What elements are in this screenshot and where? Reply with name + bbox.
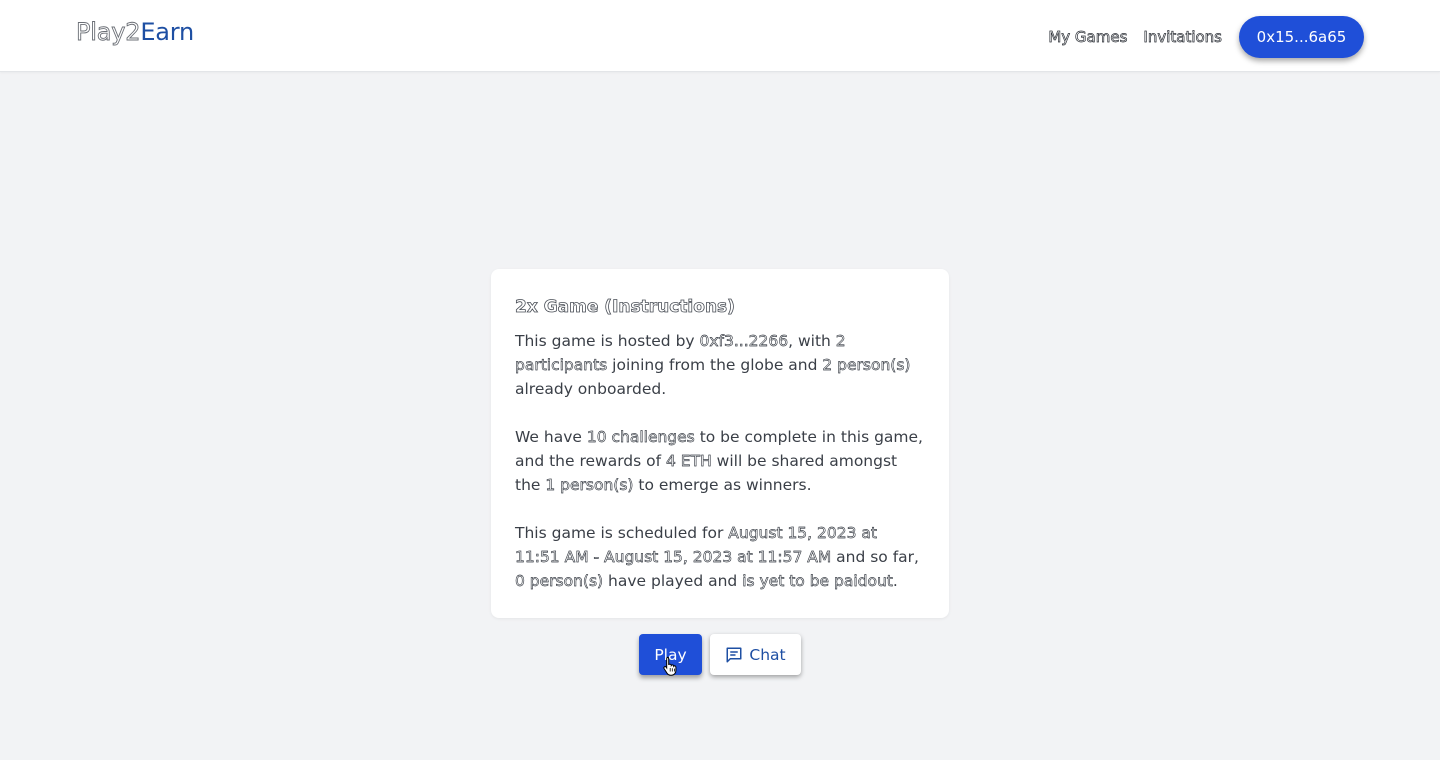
payout-status: is yet to be paidout xyxy=(742,572,893,591)
winners-count: 1 person(s) xyxy=(545,476,634,495)
rewards-text-1: We have xyxy=(515,428,587,446)
game-instructions-card: 2x Game (Instructions) This game is host… xyxy=(491,269,949,618)
chat-button-label: Chat xyxy=(749,645,786,664)
host-text-2: , with xyxy=(788,332,836,350)
chat-button[interactable]: Chat xyxy=(710,634,801,675)
challenges-count: 10 challenges xyxy=(586,428,696,447)
nav-my-games-link[interactable]: My Games xyxy=(1048,28,1128,47)
top-navbar: Play2Earn My Games Invitations 0x15...6a… xyxy=(0,0,1440,72)
game-actions: Play Chat xyxy=(639,634,801,676)
rewards-paragraph: We have 10 challenges to be complete in … xyxy=(515,425,925,497)
host-text-1: This game is hosted by xyxy=(515,332,700,350)
wallet-address-button[interactable]: 0x15...6a65 xyxy=(1239,16,1364,58)
nav-links: My Games Invitations 0x15...6a65 xyxy=(1048,16,1364,58)
reward-amount: 4 ETH xyxy=(666,452,712,471)
schedule-text-3: have played and xyxy=(603,572,743,590)
host-paragraph: This game is hosted by 0xf3...2266, with… xyxy=(515,329,925,401)
host-text-3: joining from the globe and xyxy=(607,356,823,374)
chat-icon xyxy=(726,647,742,662)
host-address: 0xf3...2266 xyxy=(699,332,789,351)
played-count: 0 person(s) xyxy=(515,572,604,591)
schedule-text-4: . xyxy=(892,572,898,590)
brand-earn: Earn xyxy=(140,18,195,46)
card-title: 2x Game (Instructions) xyxy=(515,297,736,318)
schedule-text-2: and so far, xyxy=(831,548,919,566)
onboarded-count: 2 person(s) xyxy=(822,356,911,375)
nav-invitations-link[interactable]: Invitations xyxy=(1143,28,1222,47)
schedule-paragraph: This game is scheduled for August 15, 20… xyxy=(515,521,925,593)
brand-play2: Play2 xyxy=(76,18,141,47)
play-button[interactable]: Play xyxy=(639,634,702,676)
play-button-label: Play xyxy=(654,645,687,664)
rewards-text-4: to emerge as winners. xyxy=(633,476,812,494)
brand-logo[interactable]: Play2Earn xyxy=(76,18,195,47)
host-text-4: already onboarded. xyxy=(515,380,667,398)
schedule-text-1: This game is scheduled for xyxy=(515,524,729,542)
